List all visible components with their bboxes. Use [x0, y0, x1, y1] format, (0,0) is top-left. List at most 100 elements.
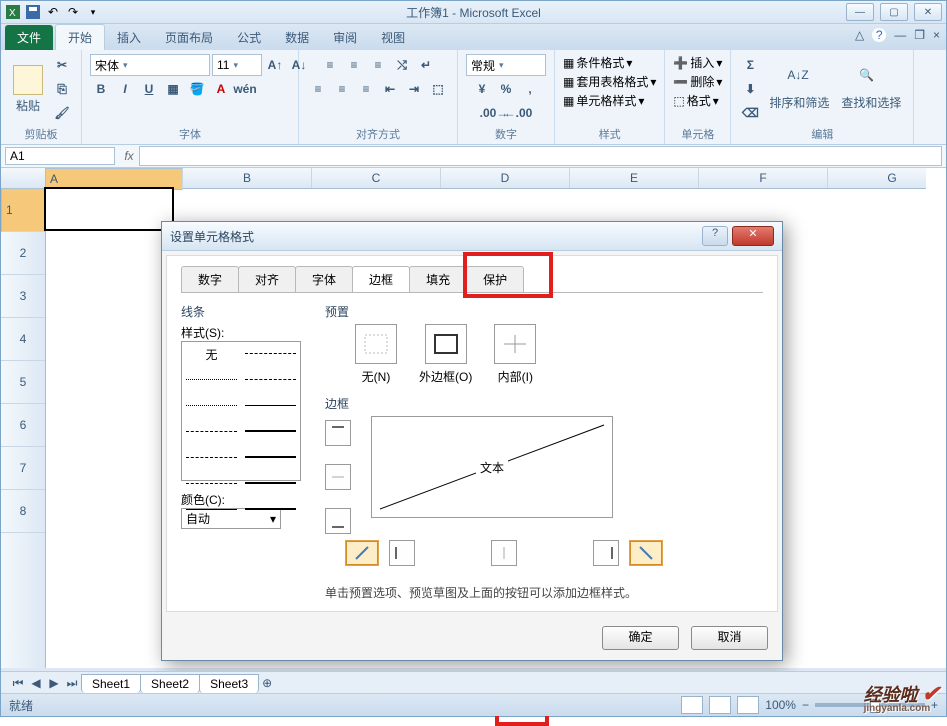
cancel-button[interactable]: 取消	[691, 626, 768, 650]
select-all-corner[interactable]	[1, 168, 46, 189]
col-F[interactable]: F	[699, 168, 828, 188]
style-opt[interactable]	[186, 509, 237, 524]
tab-font[interactable]: 字体	[295, 266, 353, 292]
redo-icon[interactable]: ↷	[65, 4, 81, 20]
minimize-button[interactable]: —	[846, 3, 874, 21]
increase-font-icon[interactable]: A↑	[264, 54, 286, 76]
style-opt[interactable]	[245, 405, 296, 420]
currency-icon[interactable]: ¥	[471, 78, 493, 100]
fill-icon[interactable]: ⬇	[739, 78, 761, 100]
preset-outline[interactable]: 外边框(O)	[419, 324, 472, 385]
col-B[interactable]: B	[183, 168, 312, 188]
qat-dropdown-icon[interactable]: ▾	[85, 4, 101, 20]
copy-icon[interactable]: ⎘	[51, 78, 73, 100]
formula-bar[interactable]	[139, 146, 942, 166]
window-restore-icon[interactable]: ❐	[914, 28, 925, 42]
row-4[interactable]: 4	[1, 318, 45, 361]
bold-button[interactable]: B	[90, 78, 112, 100]
fill-color-icon[interactable]: 🪣	[186, 78, 208, 100]
align-middle-icon[interactable]: ≡	[343, 54, 365, 76]
maximize-button[interactable]: ▢	[880, 3, 908, 21]
align-top-icon[interactable]: ≡	[319, 54, 341, 76]
dialog-close-button[interactable]: ✕	[732, 226, 774, 246]
tab-fill[interactable]: 填充	[409, 266, 467, 292]
border-icon[interactable]: ▦	[162, 78, 184, 100]
fx-icon[interactable]: fx	[119, 149, 139, 163]
align-left-icon[interactable]: ≡	[307, 78, 329, 100]
row-5[interactable]: 5	[1, 361, 45, 404]
tab-alignment[interactable]: 对齐	[238, 266, 296, 292]
formula-tab[interactable]: 公式	[225, 25, 273, 50]
style-none[interactable]: 无	[186, 346, 237, 360]
style-opt[interactable]	[245, 379, 296, 394]
conditional-format-button[interactable]: ▦ 条件格式 ▾	[563, 54, 632, 71]
file-tab[interactable]: 文件	[5, 25, 53, 50]
style-opt[interactable]	[186, 431, 237, 446]
insert-tab[interactable]: 插入	[105, 25, 153, 50]
row-3[interactable]: 3	[1, 275, 45, 318]
window-close-icon[interactable]: ×	[933, 28, 940, 42]
zoom-value[interactable]: 100%	[765, 698, 796, 712]
align-right-icon[interactable]: ≡	[355, 78, 377, 100]
minimize-ribbon-icon[interactable]: △	[855, 28, 864, 42]
line-style-list[interactable]: 无	[181, 341, 301, 481]
italic-button[interactable]: I	[114, 78, 136, 100]
border-preview[interactable]: 文本	[371, 416, 613, 518]
style-opt[interactable]	[186, 457, 237, 472]
review-tab[interactable]: 审阅	[321, 25, 369, 50]
border-mid-h-button[interactable]	[325, 464, 351, 490]
close-button[interactable]: ✕	[914, 3, 942, 21]
border-mid-v-button[interactable]	[491, 540, 517, 566]
next-sheet-icon[interactable]: ▶	[45, 676, 63, 690]
new-sheet-icon[interactable]: ⊕	[258, 676, 276, 690]
help-icon[interactable]: ?	[872, 28, 886, 42]
page-break-view-icon[interactable]	[737, 696, 759, 714]
style-opt[interactable]	[186, 483, 237, 498]
undo-icon[interactable]: ↶	[45, 4, 61, 20]
number-format-select[interactable]: 常规▾	[466, 54, 546, 76]
row-1[interactable]: 1	[1, 188, 45, 232]
phonetic-icon[interactable]: wén	[234, 78, 256, 100]
find-select-button[interactable]: 🔍查找和选择	[837, 66, 905, 113]
data-tab[interactable]: 数据	[273, 25, 321, 50]
format-painter-icon[interactable]: 🖌	[51, 102, 73, 124]
increase-decimal-icon[interactable]: .00→	[483, 102, 505, 124]
col-D[interactable]: D	[441, 168, 570, 188]
page-layout-view-icon[interactable]	[709, 696, 731, 714]
border-left-button[interactable]	[389, 540, 415, 566]
dialog-help-button[interactable]: ?	[702, 226, 728, 246]
style-opt[interactable]	[186, 379, 237, 394]
wrap-text-icon[interactable]: ↵	[415, 54, 437, 76]
insert-cells-button[interactable]: ➕ 插入 ▾	[673, 54, 722, 71]
underline-button[interactable]: U	[138, 78, 160, 100]
increase-indent-icon[interactable]: ⇥	[403, 78, 425, 100]
decrease-decimal-icon[interactable]: ←.00	[507, 102, 529, 124]
preset-none[interactable]: 无(N)	[355, 324, 397, 385]
font-color-icon[interactable]: A	[210, 78, 232, 100]
style-opt[interactable]	[245, 353, 296, 368]
col-G[interactable]: G	[828, 168, 947, 188]
border-diag-down-button[interactable]	[629, 540, 663, 566]
border-right-button[interactable]	[593, 540, 619, 566]
font-name-select[interactable]: 宋体▾	[90, 54, 210, 76]
last-sheet-icon[interactable]: ⏭	[63, 676, 81, 691]
style-opt[interactable]	[245, 456, 296, 472]
style-opt[interactable]	[245, 430, 296, 446]
first-sheet-icon[interactable]: ⏮	[9, 676, 27, 691]
window-minimize-icon[interactable]: —	[894, 28, 906, 42]
prev-sheet-icon[interactable]: ◀	[27, 676, 45, 690]
style-opt[interactable]	[186, 405, 237, 420]
cut-icon[interactable]: ✂	[51, 54, 73, 76]
sheet2-tab[interactable]: Sheet2	[140, 674, 200, 693]
normal-view-icon[interactable]	[681, 696, 703, 714]
col-E[interactable]: E	[570, 168, 699, 188]
tab-number[interactable]: 数字	[181, 266, 239, 292]
home-tab[interactable]: 开始	[55, 24, 105, 50]
zoom-out-icon[interactable]: −	[802, 698, 809, 712]
font-size-select[interactable]: 11▾	[212, 54, 262, 76]
sort-filter-button[interactable]: A↓Z排序和筛选	[765, 66, 833, 113]
autosum-icon[interactable]: Σ	[739, 54, 761, 76]
tab-border[interactable]: 边框	[352, 266, 410, 292]
sheet1-tab[interactable]: Sheet1	[81, 674, 141, 693]
border-diag-up-button[interactable]	[345, 540, 379, 566]
